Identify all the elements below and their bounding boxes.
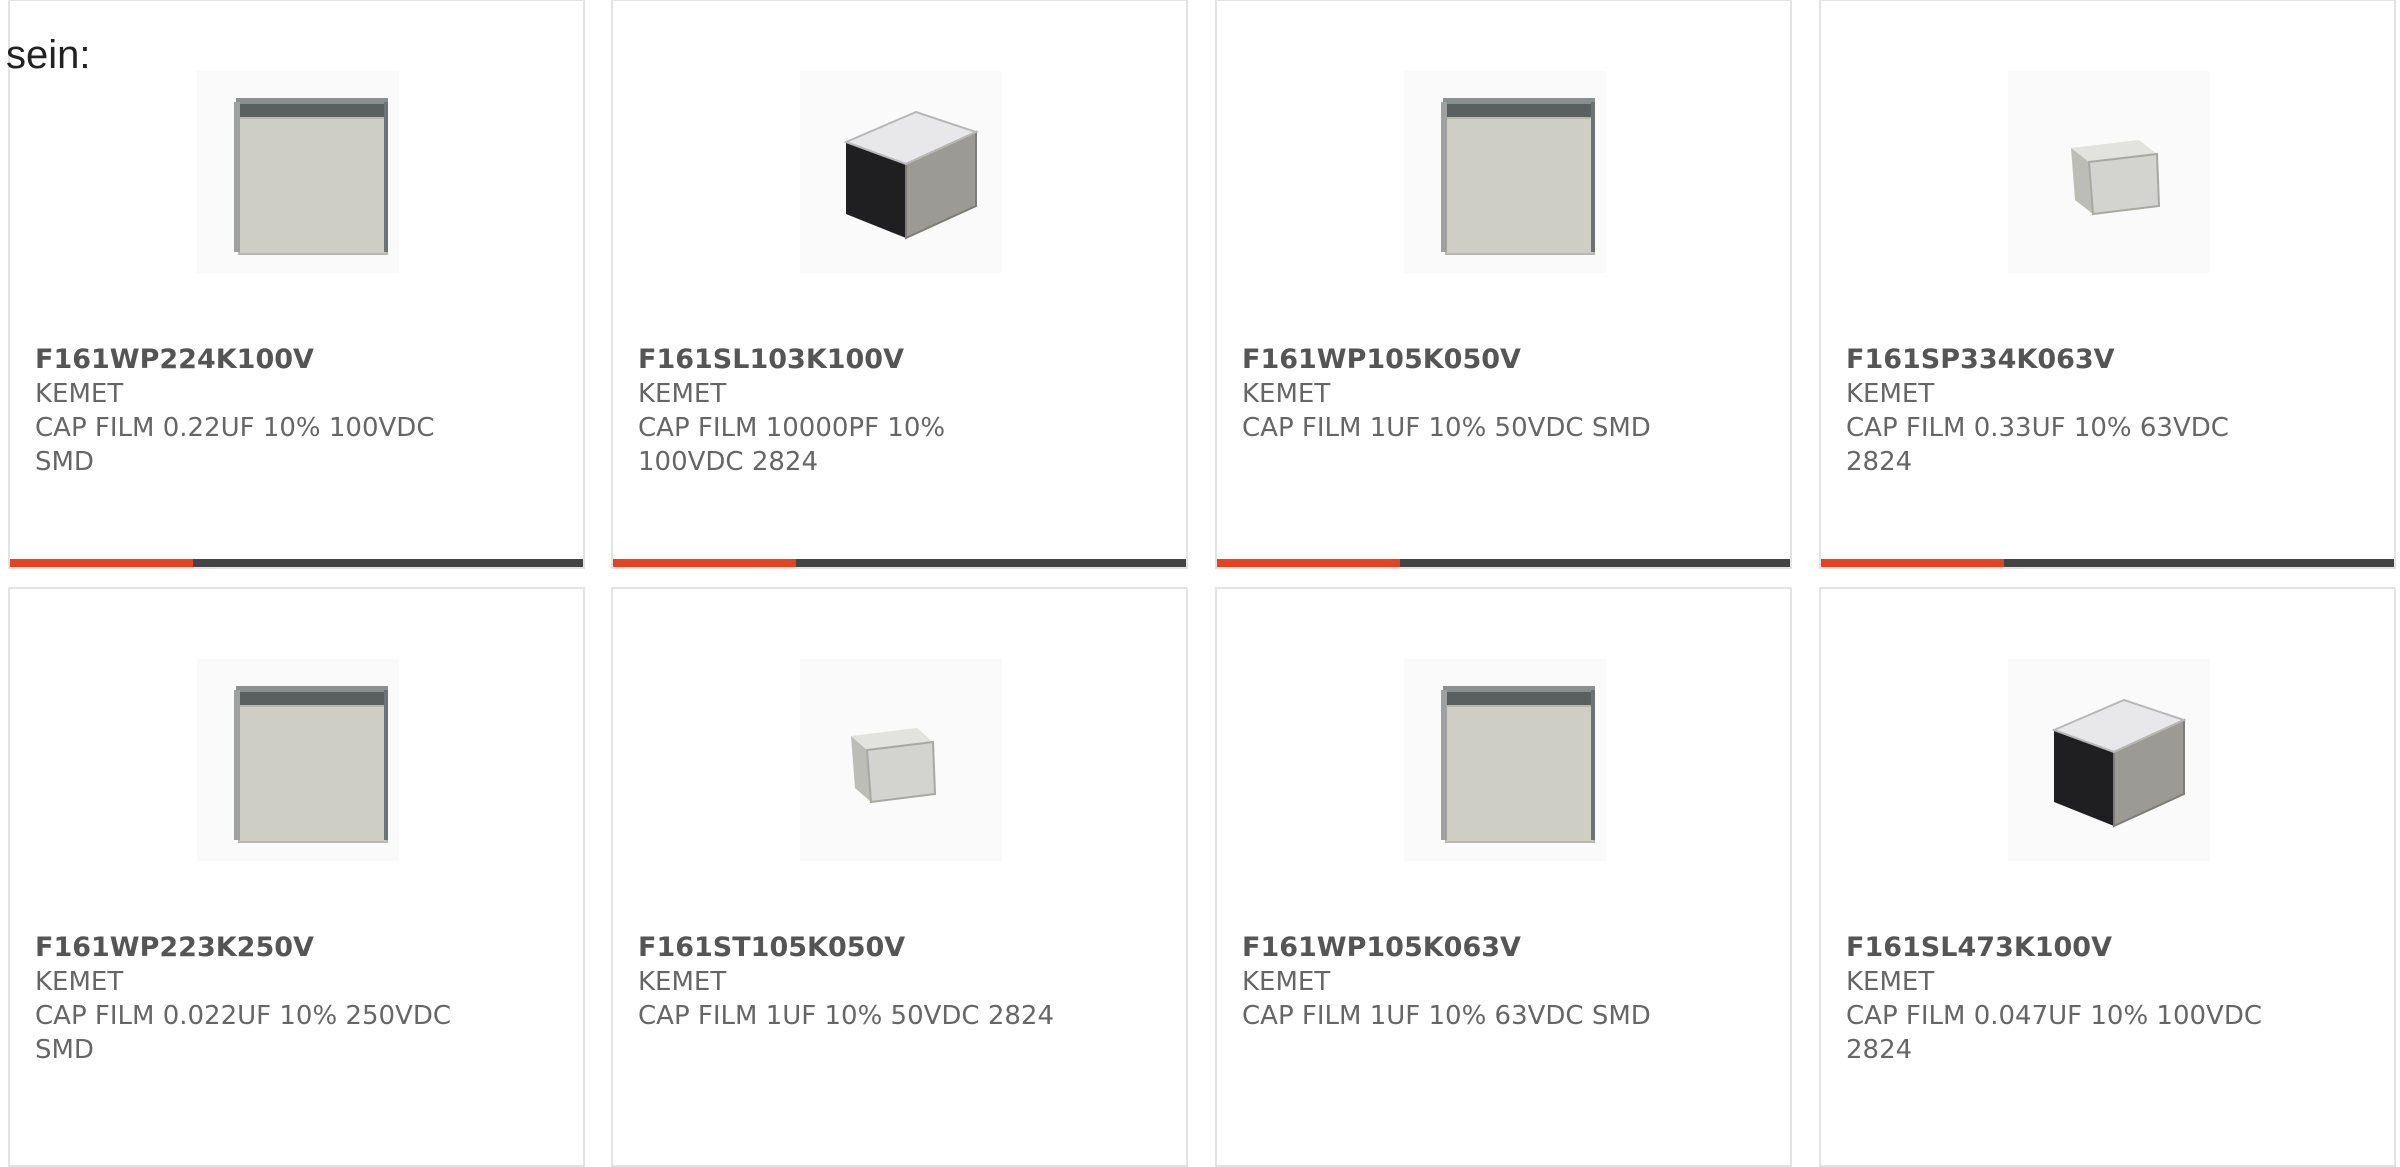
- part-number[interactable]: F161ST105K050V: [638, 931, 905, 965]
- product-card[interactable]: F161ST105K050V KEMET CAP FILM 1UF 10% 50…: [611, 587, 1188, 1167]
- description: CAP FILM 0.047UF 10% 100VDC 2824: [1846, 1001, 2263, 1065]
- product-card[interactable]: F161WP105K063V KEMET CAP FILM 1UF 10% 63…: [1215, 587, 1792, 1167]
- sl-film-capacitor-image[interactable]: [2008, 659, 2210, 861]
- description: CAP FILM 0.33UF 10% 63VDC 2824: [1846, 413, 2229, 477]
- description: CAP FILM 10000PF 10% 100VDC 2824: [638, 413, 946, 477]
- progress-fill: [1217, 559, 1401, 567]
- product-card[interactable]: F161WP224K100V KEMET CAP FILM 0.22UF 10%…: [8, 0, 585, 569]
- product-card[interactable]: F161SL473K100V KEMET CAP FILM 0.047UF 10…: [1819, 587, 2396, 1167]
- progress-fill: [613, 559, 797, 567]
- manufacturer: KEMET: [1846, 379, 1935, 409]
- manufacturer: KEMET: [35, 967, 124, 997]
- part-number[interactable]: F161WP105K050V: [1242, 343, 1521, 377]
- product-card[interactable]: F161WP223K250V KEMET CAP FILM 0.022UF 10…: [8, 587, 585, 1167]
- progress-fill: [1821, 559, 2005, 567]
- sl-film-capacitor-image[interactable]: [800, 71, 1002, 273]
- part-number[interactable]: F161WP224K100V: [35, 343, 314, 377]
- progress-fill: [10, 559, 194, 567]
- progress-bar: [10, 559, 583, 567]
- product-card[interactable]: F161SP334K063V KEMET CAP FILM 0.33UF 10%…: [1819, 0, 2396, 569]
- product-grid: F161WP224K100V KEMET CAP FILM 0.22UF 10%…: [8, 0, 2400, 1167]
- part-number[interactable]: F161WP105K063V: [1242, 931, 1521, 965]
- part-number[interactable]: F161SP334K063V: [1846, 343, 2115, 377]
- wp-film-capacitor-image[interactable]: [1404, 71, 1606, 273]
- part-number[interactable]: F161SL103K100V: [638, 343, 904, 377]
- description: CAP FILM 1UF 10% 63VDC SMD: [1242, 1001, 1651, 1031]
- part-number[interactable]: F161SL473K100V: [1846, 931, 2112, 965]
- wp-film-capacitor-image[interactable]: [1404, 659, 1606, 861]
- product-card[interactable]: F161SL103K100V KEMET CAP FILM 10000PF 10…: [611, 0, 1188, 569]
- part-number[interactable]: F161WP223K250V: [35, 931, 314, 965]
- progress-bar: [1217, 559, 1790, 567]
- small-film-capacitor-image[interactable]: [2008, 71, 2210, 273]
- progress-bar: [1821, 559, 2394, 567]
- manufacturer: KEMET: [1242, 379, 1331, 409]
- lead-text: sein:: [6, 33, 91, 77]
- small-film-capacitor-image[interactable]: [800, 659, 1002, 861]
- wp-film-capacitor-image[interactable]: [197, 71, 399, 273]
- manufacturer: KEMET: [35, 379, 124, 409]
- description: CAP FILM 0.22UF 10% 100VDC SMD: [35, 413, 435, 477]
- description: CAP FILM 1UF 10% 50VDC 2824: [638, 1001, 1055, 1031]
- progress-bar: [613, 559, 1186, 567]
- manufacturer: KEMET: [638, 379, 727, 409]
- wp-film-capacitor-image[interactable]: [197, 659, 399, 861]
- manufacturer: KEMET: [1242, 967, 1331, 997]
- product-card[interactable]: F161WP105K050V KEMET CAP FILM 1UF 10% 50…: [1215, 0, 1792, 569]
- manufacturer: KEMET: [1846, 967, 1935, 997]
- description: CAP FILM 0.022UF 10% 250VDC SMD: [35, 1001, 452, 1065]
- manufacturer: KEMET: [638, 967, 727, 997]
- description: CAP FILM 1UF 10% 50VDC SMD: [1242, 413, 1651, 443]
